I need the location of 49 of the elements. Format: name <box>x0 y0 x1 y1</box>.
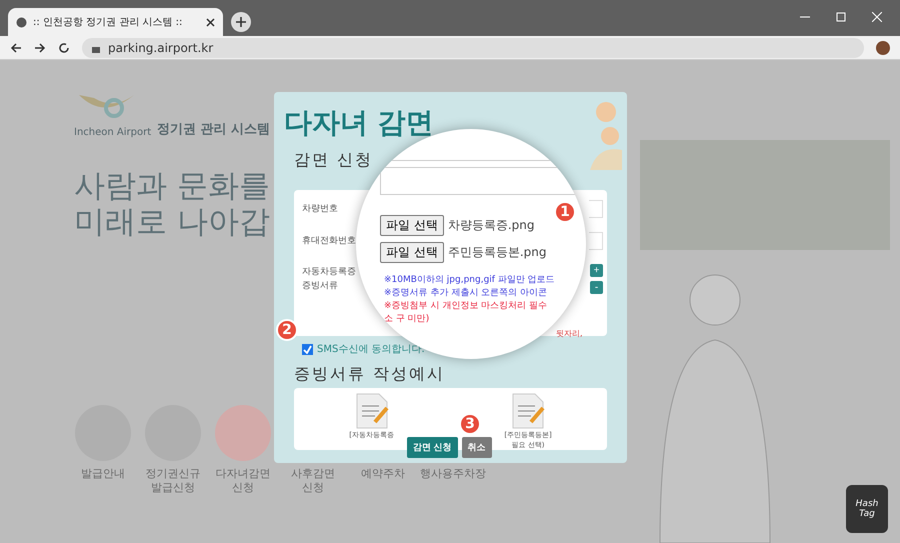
menu-label[interactable]: 정기권신규 발급신청 <box>146 467 200 495</box>
input-field[interactable] <box>589 200 603 218</box>
section-title: 증빙서류 작성예시 <box>294 364 446 384</box>
field-label: 차량번호 <box>302 203 338 216</box>
note-text: ※증빙첨부 시 개인정보 마스킹처리 필수 <box>384 300 548 312</box>
avatar-icon <box>876 40 890 54</box>
document-icon <box>354 392 389 430</box>
menu-label[interactable]: 예약주차 <box>361 467 405 481</box>
section-title: 감면 신청 <box>294 150 374 170</box>
watermark-logo: Hash Tag <box>846 485 888 533</box>
file-select-button[interactable]: 파일 선택 <box>380 242 444 263</box>
reload-icon <box>58 42 70 54</box>
field-label: 자동차등록증 증빙서류 <box>302 266 356 293</box>
modal-title: 다자녀 감면 <box>284 106 434 140</box>
file-select-button[interactable]: 파일 선택 <box>380 215 444 236</box>
sms-label: SMS수신에 동의합니다. <box>317 343 425 356</box>
remove-button[interactable]: - <box>590 281 603 294</box>
field-label: 휴대전화번호 <box>302 235 356 248</box>
back-icon <box>10 42 22 54</box>
note-fragment: 뒷자리, <box>556 328 583 339</box>
note-text: ※10MB이하의 jpg,png,gif 파일만 업로드 <box>384 274 556 286</box>
url-text: parking.airport.kr <box>108 40 214 54</box>
close-icon <box>872 12 882 22</box>
file-name: 주민등록등본.png <box>448 244 546 261</box>
menu-label[interactable]: 다자녀감면 신청 <box>216 467 270 495</box>
file-name: 차량등록증.png <box>448 217 534 234</box>
menu-label[interactable]: 행사용주차장 <box>420 467 486 481</box>
menu-label[interactable]: 사후감면 신청 <box>291 467 335 495</box>
input-field[interactable] <box>589 232 603 250</box>
cancel-button[interactable]: 취소 <box>462 437 492 458</box>
menu-label[interactable]: 발급안내 <box>81 467 125 481</box>
note-text: 소 구 미만) <box>384 313 430 325</box>
document-icon <box>511 392 546 430</box>
submit-button[interactable]: 감면 신청 <box>407 437 458 458</box>
maximize-icon <box>836 12 846 22</box>
add-button[interactable]: + <box>590 264 603 277</box>
family-drawing <box>588 100 624 170</box>
system-name: 정기권 관리 시스템 <box>157 121 270 138</box>
tab-title: :: 인천공항 정기권 관리 시스템 :: <box>33 16 182 29</box>
sms-checkbox[interactable] <box>302 344 313 354</box>
new-tab-button[interactable] <box>231 12 251 32</box>
address-bar[interactable]: parking.airport.kr <box>82 38 864 58</box>
hero-heading: 사람과 문화를 미래로 나아갑 <box>74 168 271 240</box>
close-icon <box>206 18 215 26</box>
logo-text: Incheon Airport <box>74 127 152 138</box>
plus-icon <box>236 17 246 27</box>
browser-tab[interactable]: :: 인천공항 정기권 관리 시스템 :: <box>8 8 223 36</box>
forward-icon <box>34 42 46 54</box>
note-text: ※증명서류 추가 제출시 오른쪽의 아이콘 <box>384 287 548 299</box>
